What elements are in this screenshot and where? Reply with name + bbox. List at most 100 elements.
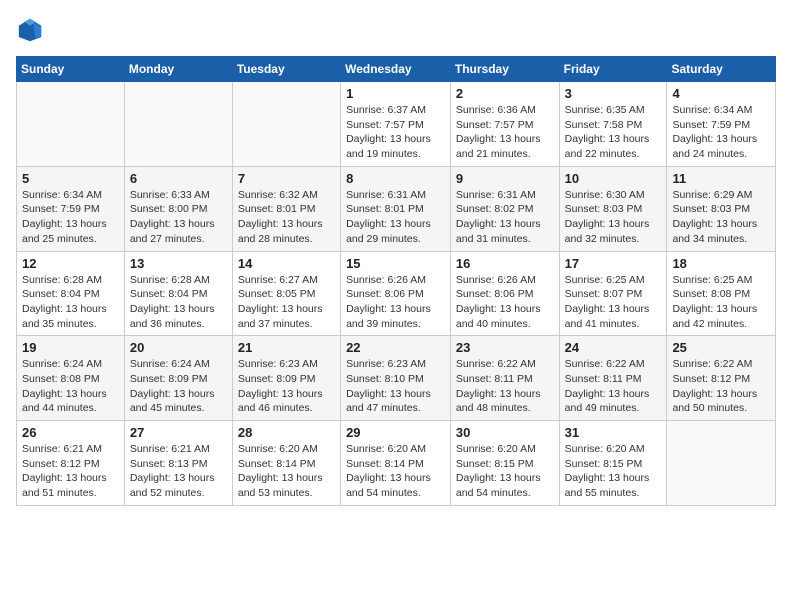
day-info: Sunrise: 6:24 AM Sunset: 8:09 PM Dayligh… — [130, 357, 227, 416]
day-info: Sunrise: 6:31 AM Sunset: 8:01 PM Dayligh… — [346, 188, 445, 247]
calendar-cell: 12 Sunrise: 6:28 AM Sunset: 8:04 PM Dayli… — [17, 251, 125, 336]
weekday-row: SundayMondayTuesdayWednesdayThursdayFrid… — [17, 57, 776, 82]
calendar-cell: 26 Sunrise: 6:21 AM Sunset: 8:12 PM Dayli… — [17, 421, 125, 506]
calendar-cell: 18Sunrise: 6:25 AM Sunset: 8:08 PM Dayli… — [667, 251, 776, 336]
day-number: 23 — [456, 340, 554, 355]
weekday-header-friday: Friday — [559, 57, 667, 82]
logo — [16, 16, 50, 44]
day-number: 4 — [672, 86, 770, 101]
weekday-header-tuesday: Tuesday — [232, 57, 340, 82]
calendar-cell: 27Sunrise: 6:21 AM Sunset: 8:13 PM Dayli… — [124, 421, 232, 506]
calendar-cell: 29 Sunrise: 6:20 AM Sunset: 8:14 PM Dayli… — [341, 421, 451, 506]
weekday-header-sunday: Sunday — [17, 57, 125, 82]
day-number: 21 — [238, 340, 335, 355]
day-number: 11 — [672, 171, 770, 186]
day-number: 10 — [565, 171, 662, 186]
calendar-cell: 1 Sunrise: 6:37 AM Sunset: 7:57 PM Daylig… — [341, 82, 451, 167]
calendar-cell: 11 Sunrise: 6:29 AM Sunset: 8:03 PM Dayli… — [667, 166, 776, 251]
day-info: Sunrise: 6:36 AM Sunset: 7:57 PM Dayligh… — [456, 103, 554, 162]
calendar-cell: 8 Sunrise: 6:31 AM Sunset: 8:01 PM Daylig… — [341, 166, 451, 251]
day-info: Sunrise: 6:31 AM Sunset: 8:02 PM Dayligh… — [456, 188, 554, 247]
day-info: Sunrise: 6:32 AM Sunset: 8:01 PM Dayligh… — [238, 188, 335, 247]
day-info: Sunrise: 6:33 AM Sunset: 8:00 PM Dayligh… — [130, 188, 227, 247]
calendar-table: SundayMondayTuesdayWednesdayThursdayFrid… — [16, 56, 776, 506]
calendar-week-3: 12 Sunrise: 6:28 AM Sunset: 8:04 PM Dayli… — [17, 251, 776, 336]
calendar-cell: 9Sunrise: 6:31 AM Sunset: 8:02 PM Daylig… — [450, 166, 559, 251]
day-number: 14 — [238, 256, 335, 271]
day-info: Sunrise: 6:34 AM Sunset: 7:59 PM Dayligh… — [22, 188, 119, 247]
calendar-cell: 23 Sunrise: 6:22 AM Sunset: 8:11 PM Dayli… — [450, 336, 559, 421]
day-info: Sunrise: 6:34 AM Sunset: 7:59 PM Dayligh… — [672, 103, 770, 162]
calendar-cell — [667, 421, 776, 506]
day-info: Sunrise: 6:28 AM Sunset: 8:04 PM Dayligh… — [22, 273, 119, 332]
day-number: 19 — [22, 340, 119, 355]
calendar-cell: 14 Sunrise: 6:27 AM Sunset: 8:05 PM Dayli… — [232, 251, 340, 336]
calendar-cell: 20Sunrise: 6:24 AM Sunset: 8:09 PM Dayli… — [124, 336, 232, 421]
calendar-cell: 4 Sunrise: 6:34 AM Sunset: 7:59 PM Daylig… — [667, 82, 776, 167]
calendar-cell: 15 Sunrise: 6:26 AM Sunset: 8:06 PM Dayli… — [341, 251, 451, 336]
day-number: 28 — [238, 425, 335, 440]
day-number: 3 — [565, 86, 662, 101]
day-info: Sunrise: 6:22 AM Sunset: 8:12 PM Dayligh… — [672, 357, 770, 416]
calendar-cell — [232, 82, 340, 167]
day-number: 5 — [22, 171, 119, 186]
day-info: Sunrise: 6:21 AM Sunset: 8:12 PM Dayligh… — [22, 442, 119, 501]
day-info: Sunrise: 6:22 AM Sunset: 8:11 PM Dayligh… — [565, 357, 662, 416]
calendar-cell: 6Sunrise: 6:33 AM Sunset: 8:00 PM Daylig… — [124, 166, 232, 251]
day-info: Sunrise: 6:29 AM Sunset: 8:03 PM Dayligh… — [672, 188, 770, 247]
day-info: Sunrise: 6:20 AM Sunset: 8:14 PM Dayligh… — [238, 442, 335, 501]
day-number: 30 — [456, 425, 554, 440]
weekday-header-thursday: Thursday — [450, 57, 559, 82]
day-number: 16 — [456, 256, 554, 271]
day-number: 31 — [565, 425, 662, 440]
day-number: 24 — [565, 340, 662, 355]
day-number: 18 — [672, 256, 770, 271]
calendar-week-1: 1 Sunrise: 6:37 AM Sunset: 7:57 PM Daylig… — [17, 82, 776, 167]
day-info: Sunrise: 6:20 AM Sunset: 8:15 PM Dayligh… — [565, 442, 662, 501]
day-info: Sunrise: 6:26 AM Sunset: 8:06 PM Dayligh… — [346, 273, 445, 332]
day-info: Sunrise: 6:22 AM Sunset: 8:11 PM Dayligh… — [456, 357, 554, 416]
calendar-cell: 10 Sunrise: 6:30 AM Sunset: 8:03 PM Dayli… — [559, 166, 667, 251]
day-number: 12 — [22, 256, 119, 271]
day-info: Sunrise: 6:23 AM Sunset: 8:09 PM Dayligh… — [238, 357, 335, 416]
weekday-header-monday: Monday — [124, 57, 232, 82]
day-number: 26 — [22, 425, 119, 440]
calendar-body: 1 Sunrise: 6:37 AM Sunset: 7:57 PM Daylig… — [17, 82, 776, 506]
day-info: Sunrise: 6:20 AM Sunset: 8:14 PM Dayligh… — [346, 442, 445, 501]
calendar-cell: 5 Sunrise: 6:34 AM Sunset: 7:59 PM Daylig… — [17, 166, 125, 251]
day-number: 13 — [130, 256, 227, 271]
logo-icon — [16, 16, 44, 44]
calendar-week-4: 19 Sunrise: 6:24 AM Sunset: 8:08 PM Dayli… — [17, 336, 776, 421]
calendar-cell: 30Sunrise: 6:20 AM Sunset: 8:15 PM Dayli… — [450, 421, 559, 506]
day-info: Sunrise: 6:28 AM Sunset: 8:04 PM Dayligh… — [130, 273, 227, 332]
calendar-cell: 16 Sunrise: 6:26 AM Sunset: 8:06 PM Dayli… — [450, 251, 559, 336]
day-info: Sunrise: 6:27 AM Sunset: 8:05 PM Dayligh… — [238, 273, 335, 332]
day-info: Sunrise: 6:21 AM Sunset: 8:13 PM Dayligh… — [130, 442, 227, 501]
calendar-week-5: 26 Sunrise: 6:21 AM Sunset: 8:12 PM Dayli… — [17, 421, 776, 506]
day-number: 2 — [456, 86, 554, 101]
day-info: Sunrise: 6:37 AM Sunset: 7:57 PM Dayligh… — [346, 103, 445, 162]
calendar-cell: 3Sunrise: 6:35 AM Sunset: 7:58 PM Daylig… — [559, 82, 667, 167]
calendar-cell: 13 Sunrise: 6:28 AM Sunset: 8:04 PM Dayli… — [124, 251, 232, 336]
calendar-cell: 24 Sunrise: 6:22 AM Sunset: 8:11 PM Dayli… — [559, 336, 667, 421]
day-number: 17 — [565, 256, 662, 271]
day-number: 7 — [238, 171, 335, 186]
day-number: 8 — [346, 171, 445, 186]
weekday-header-wednesday: Wednesday — [341, 57, 451, 82]
weekday-header-saturday: Saturday — [667, 57, 776, 82]
day-info: Sunrise: 6:30 AM Sunset: 8:03 PM Dayligh… — [565, 188, 662, 247]
day-number: 22 — [346, 340, 445, 355]
calendar-cell: 31 Sunrise: 6:20 AM Sunset: 8:15 PM Dayli… — [559, 421, 667, 506]
page-container: SundayMondayTuesdayWednesdayThursdayFrid… — [16, 16, 776, 506]
calendar-cell: 22Sunrise: 6:23 AM Sunset: 8:10 PM Dayli… — [341, 336, 451, 421]
calendar-cell — [124, 82, 232, 167]
calendar-cell: 28 Sunrise: 6:20 AM Sunset: 8:14 PM Dayli… — [232, 421, 340, 506]
day-info: Sunrise: 6:25 AM Sunset: 8:07 PM Dayligh… — [565, 273, 662, 332]
day-number: 29 — [346, 425, 445, 440]
calendar-cell: 25Sunrise: 6:22 AM Sunset: 8:12 PM Dayli… — [667, 336, 776, 421]
day-info: Sunrise: 6:26 AM Sunset: 8:06 PM Dayligh… — [456, 273, 554, 332]
day-info: Sunrise: 6:24 AM Sunset: 8:08 PM Dayligh… — [22, 357, 119, 416]
day-number: 1 — [346, 86, 445, 101]
calendar-cell: 17 Sunrise: 6:25 AM Sunset: 8:07 PM Dayli… — [559, 251, 667, 336]
day-number: 15 — [346, 256, 445, 271]
